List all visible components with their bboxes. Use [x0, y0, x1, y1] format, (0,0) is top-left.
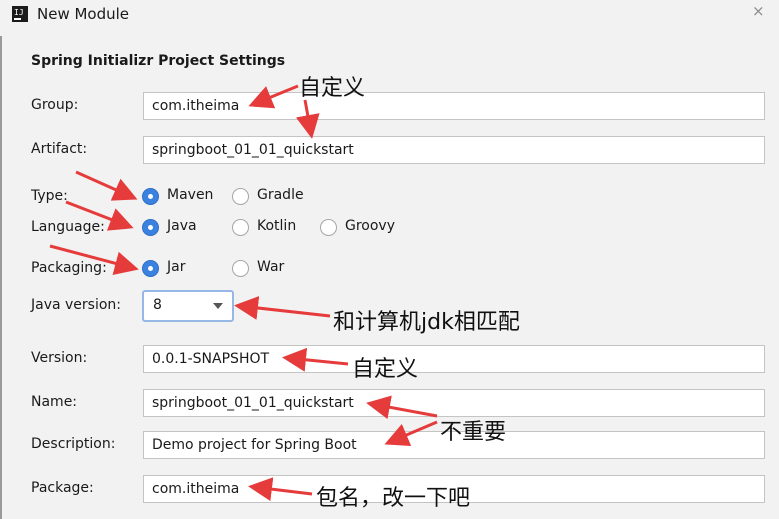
arrow-to-java-version	[234, 296, 331, 320]
close-icon[interactable]: ×	[752, 2, 765, 20]
radio-label: Gradle	[257, 187, 304, 203]
radio-unselected-icon[interactable]	[232, 260, 249, 277]
language-label: Language:	[31, 219, 105, 235]
radio-label: War	[257, 259, 285, 275]
radio-selected-icon[interactable]	[142, 260, 159, 277]
radio-unselected-icon[interactable]	[232, 188, 249, 205]
annotation-group-artifact: 自定义	[299, 76, 366, 101]
name-input[interactable]: springboot_01_01_quickstart	[143, 389, 765, 417]
radio-label: Java	[167, 218, 197, 234]
annotation-name-description: 不重要	[440, 420, 507, 445]
java-version-select[interactable]: 8	[142, 290, 234, 322]
version-input[interactable]: 0.0.1-SNAPSHOT	[143, 345, 765, 373]
version-label: Version:	[31, 350, 88, 366]
radio-selected-icon[interactable]	[142, 188, 159, 205]
annotation-java-version: 和计算机jdk相匹配	[333, 310, 520, 335]
type-label: Type:	[31, 188, 68, 204]
annotation-version: 自定义	[352, 357, 419, 382]
java-version-label: Java version:	[31, 297, 122, 313]
radio-label: Groovy	[345, 218, 395, 234]
chevron-down-icon[interactable]	[213, 303, 223, 309]
group-label: Group:	[31, 97, 79, 113]
description-label: Description:	[31, 436, 116, 452]
window-left-border	[0, 36, 2, 519]
radio-label: Jar	[167, 259, 186, 275]
artifact-label: Artifact:	[31, 141, 88, 157]
radio-unselected-icon[interactable]	[232, 219, 249, 236]
annotation-package: 包名，改一下吧	[316, 486, 471, 511]
name-label: Name:	[31, 394, 78, 410]
arrow-to-type	[75, 170, 138, 201]
title-bar: IJ New Module ×	[0, 0, 779, 30]
package-label: Package:	[31, 480, 94, 496]
intellij-idea-icon: IJ	[12, 6, 28, 22]
radio-label: Maven	[167, 187, 214, 203]
radio-label: Kotlin	[257, 218, 297, 234]
radio-unselected-icon[interactable]	[320, 219, 337, 236]
section-title: Spring Initializr Project Settings	[31, 53, 286, 69]
radio-selected-icon[interactable]	[142, 219, 159, 236]
packaging-label: Packaging:	[31, 260, 107, 276]
window-title: New Module	[37, 5, 130, 23]
artifact-input[interactable]: springboot_01_01_quickstart	[143, 136, 765, 164]
java-version-value: 8	[153, 297, 162, 313]
group-input[interactable]: com.itheima	[143, 92, 765, 120]
